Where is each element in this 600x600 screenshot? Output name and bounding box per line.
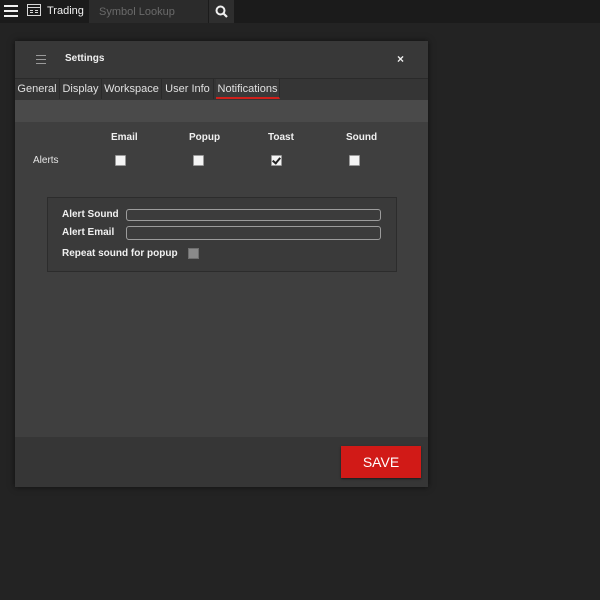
column-sound: Sound	[346, 132, 378, 143]
tab-user-info[interactable]: User Info	[162, 79, 214, 99]
alert-email-field[interactable]	[126, 226, 381, 240]
dialog-menu-icon[interactable]	[36, 55, 46, 64]
alerts-sound-checkbox[interactable]	[349, 155, 360, 166]
repeat-sound-label: Repeat sound for popup	[62, 248, 178, 259]
dialog-title: Settings	[65, 53, 105, 64]
settings-dialog: Settings × General Display Workspace Use…	[15, 41, 428, 487]
search-button[interactable]	[209, 0, 234, 23]
trading-window-icon	[27, 4, 41, 16]
alert-email-label: Alert Email	[62, 227, 115, 238]
search-icon	[215, 5, 228, 18]
tab-content-header	[15, 100, 428, 122]
tab-workspace[interactable]: Workspace	[102, 79, 162, 99]
alert-options-panel: Alert Sound Alert Email Repeat sound for…	[47, 197, 397, 272]
column-popup: Popup	[189, 132, 221, 143]
dialog-header: Settings ×	[15, 41, 428, 79]
tab-bar: General Display Workspace User Info Noti…	[15, 79, 428, 100]
close-icon[interactable]: ×	[397, 52, 404, 66]
row-label-alerts: Alerts	[33, 155, 59, 166]
alerts-email-checkbox[interactable]	[115, 155, 126, 166]
menu-icon[interactable]	[4, 5, 18, 17]
alerts-popup-checkbox[interactable]	[193, 155, 204, 166]
app-title: Trading	[47, 5, 84, 17]
repeat-sound-checkbox[interactable]	[188, 248, 199, 259]
alert-sound-label: Alert Sound	[62, 209, 119, 220]
save-button[interactable]: SAVE	[341, 446, 421, 478]
top-bar: Trading	[0, 0, 600, 23]
tab-display[interactable]: Display	[60, 79, 102, 99]
symbol-lookup-input[interactable]	[89, 0, 208, 23]
column-email: Email	[111, 132, 138, 143]
tab-notifications[interactable]: Notifications	[216, 79, 280, 99]
tab-general[interactable]: General	[15, 79, 60, 99]
column-toast: Toast	[268, 132, 294, 143]
alerts-toast-checkbox[interactable]	[271, 155, 282, 166]
alert-sound-field[interactable]	[126, 209, 381, 221]
